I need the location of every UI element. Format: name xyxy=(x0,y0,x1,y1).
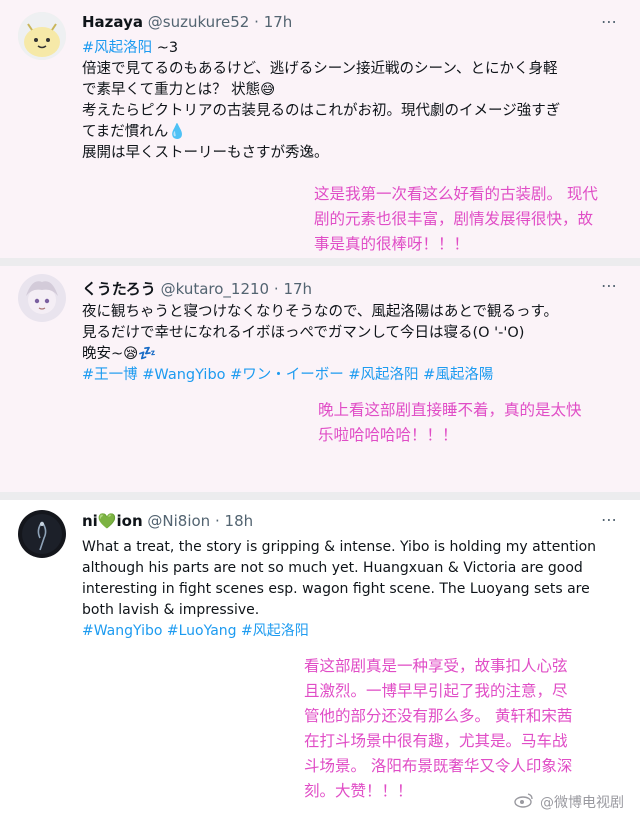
tweet-text: #风起洛阳 ~3 倍速で見てるのもあるけど、逃げるシーン接近戦のシーン、とにかく… xyxy=(82,38,622,164)
note-line: 看这部剧真是一种享受，故事扣人心弦 xyxy=(304,657,568,675)
tweet-header: くうたろう @kutaro_1210 · 17h xyxy=(82,278,312,299)
avatar[interactable] xyxy=(18,510,66,558)
note-line: 事是真的很棒呀！！！ xyxy=(314,235,470,253)
avatar-image xyxy=(18,274,66,322)
note-line: 这是我第一次看这么好看的古装剧。 现代 xyxy=(314,185,598,203)
tweet-text: 夜に観ちゃうと寝つけなくなりそうなので、風起洛陽はあとで観るっす。 見るだけで幸… xyxy=(82,302,622,386)
tweet-card-2[interactable]: くうたろう @kutaro_1210 · 17h ⋯ 夜に観ちゃうと寝つけなくな… xyxy=(0,266,640,492)
note-line: 在打斗场景中很有趣，尤其是。马车战 xyxy=(304,732,568,750)
tweet-text-line: although his parts are not so much yet. … xyxy=(82,560,583,576)
tweet-text-line: interesting in fight scenes esp. wagon f… xyxy=(82,581,590,597)
note-line: 晚上看这部剧直接睡不着，真的是太快 xyxy=(318,401,582,419)
tweet-text-line: 晚安~😪💤 xyxy=(82,346,157,362)
tweet-text: What a treat, the story is gripping & in… xyxy=(82,537,622,642)
watermark-text: @微博电视剧 xyxy=(540,795,624,811)
more-options-icon[interactable]: ⋯ xyxy=(601,12,618,31)
translation-note: 看这部剧真是一种享受，故事扣人心弦 且激烈。一博早早引起了我的注意，尽 管他的部… xyxy=(304,654,572,804)
more-options-icon[interactable]: ⋯ xyxy=(601,510,618,529)
note-line: 剧的元素也很丰富，剧情发展得很快，故 xyxy=(314,210,594,228)
avatar[interactable] xyxy=(18,12,66,60)
tweet-text-line: ~3 xyxy=(152,40,179,56)
weibo-logo-icon xyxy=(514,792,534,812)
tweet-text-line: てまだ慣れん💧 xyxy=(82,124,187,140)
hashtags[interactable]: #王一博 #WangYibo #ワン・イーボー #风起洛阳 #風起洛陽 xyxy=(82,365,622,386)
note-line: 且激烈。一博早早引起了我的注意，尽 xyxy=(304,682,568,700)
hashtag[interactable]: #风起洛阳 xyxy=(82,40,152,56)
display-name[interactable]: ni💚ion xyxy=(82,512,143,530)
timestamp[interactable]: 17h xyxy=(264,13,293,31)
note-line: 管他的部分还没有那么多。 黄轩和宋茜 xyxy=(304,707,573,725)
watermark: @微博电视剧 xyxy=(514,792,624,812)
hashtags[interactable]: #WangYibo #LuoYang #风起洛阳 xyxy=(82,621,622,642)
divider xyxy=(0,492,640,500)
tweet-text-line: 考えたらピクトリアの古装見るのはこれがお初。現代劇のイメージ強すぎ xyxy=(82,103,561,119)
note-line: 斗场景。 洛阳布景既奢华又令人印象深 xyxy=(304,757,573,775)
timestamp[interactable]: 17h xyxy=(283,280,312,298)
separator-dot: · xyxy=(273,280,279,298)
tweet-text-line: 夜に観ちゃうと寝つけなくなりそうなので、風起洛陽はあとで観るっす。 xyxy=(82,304,559,320)
separator-dot: · xyxy=(254,13,259,31)
timestamp[interactable]: 18h xyxy=(225,512,254,530)
more-options-icon[interactable]: ⋯ xyxy=(601,276,618,295)
username[interactable]: @kutaro_1210 xyxy=(161,280,270,298)
tweet-text-line: 見るだけで幸せになれるイボほっぺでガマンして今日は寝る(O '-'O) xyxy=(82,325,525,341)
divider xyxy=(0,258,640,266)
note-line: 乐啦哈哈哈哈！！！ xyxy=(318,426,458,444)
display-name[interactable]: Hazaya xyxy=(82,13,143,31)
avatar[interactable] xyxy=(18,274,66,322)
tweet-text-line: 展開は早くストーリーもさすが秀逸。 xyxy=(82,145,329,161)
username[interactable]: @suzukure52 xyxy=(148,13,250,31)
tweet-text-line: What a treat, the story is gripping & in… xyxy=(82,539,597,555)
tweet-text-line: both lavish & impressive. xyxy=(82,602,260,618)
tweet-header: Hazaya @suzukure52 · 17h xyxy=(82,13,292,31)
translation-note: 这是我第一次看这么好看的古装剧。 现代 剧的元素也很丰富，剧情发展得很快，故 事… xyxy=(314,182,598,257)
tweet-text-line: で素早くて重力とは？ 状態😅 xyxy=(82,82,276,98)
tweet-text-line: 倍速で見てるのもあるけど、逃げるシーン接近戦のシーン、とにかく身軽 xyxy=(82,61,558,77)
tweet-card-1[interactable]: Hazaya @suzukure52 · 17h ⋯ #风起洛阳 ~3 倍速で見… xyxy=(0,0,640,258)
avatar-image xyxy=(18,510,66,558)
display-name[interactable]: くうたろう xyxy=(82,280,156,298)
translation-note: 晚上看这部剧直接睡不着，真的是太快 乐啦哈哈哈哈！！！ xyxy=(318,398,582,448)
tweet-header: ni💚ion @Ni8ion · 18h xyxy=(82,512,253,530)
separator-dot: · xyxy=(214,512,220,530)
username[interactable]: @Ni8ion xyxy=(147,512,210,530)
tweet-card-3[interactable]: ni💚ion @Ni8ion · 18h ⋯ What a treat, the… xyxy=(0,500,640,820)
avatar-image xyxy=(18,12,66,60)
